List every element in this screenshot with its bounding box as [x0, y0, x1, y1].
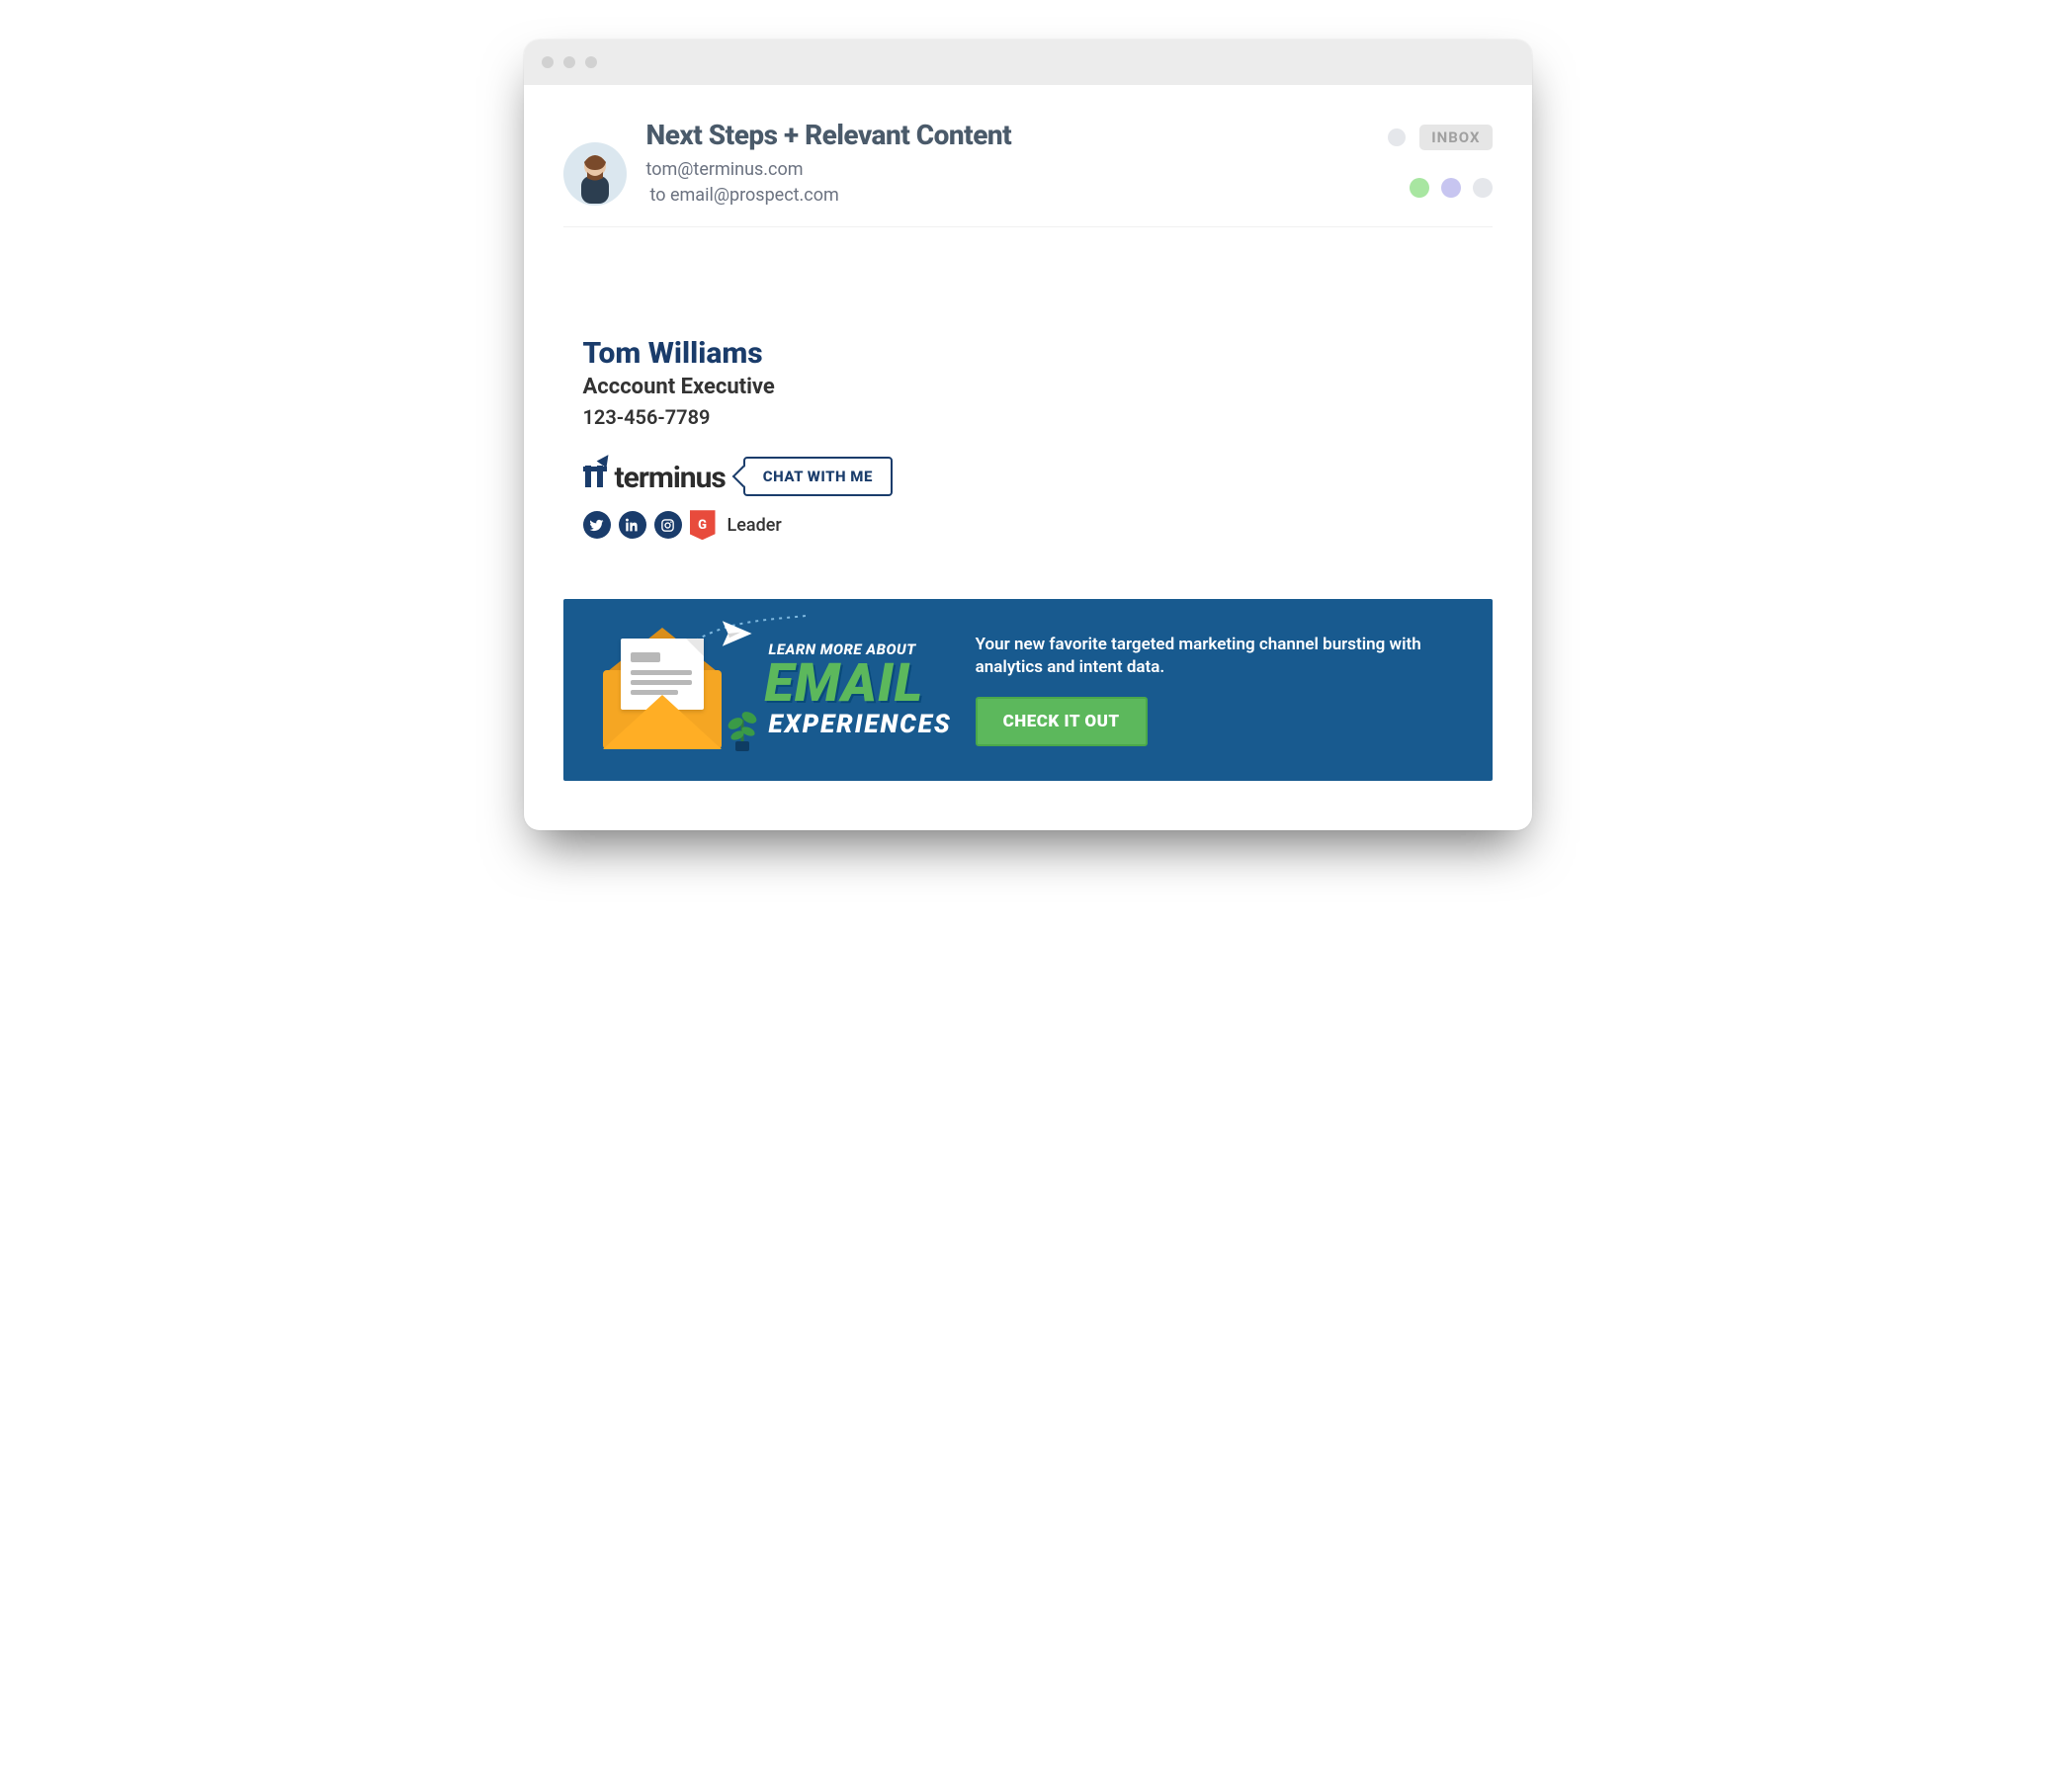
brand-mark-icon	[583, 458, 609, 487]
inbox-badge: INBOX	[1419, 125, 1492, 150]
linkedin-icon[interactable]	[619, 511, 646, 539]
signature-name: Tom Williams	[583, 336, 1493, 371]
traffic-light-dot	[563, 56, 575, 68]
signature-title: Acccount Executive	[583, 375, 1493, 399]
check-it-out-button[interactable]: CHECK IT OUT	[976, 697, 1148, 746]
twitter-icon[interactable]	[583, 511, 611, 539]
g2-badge-icon: G	[690, 510, 716, 540]
action-dot-grey[interactable]	[1473, 178, 1493, 198]
promo-banner[interactable]: LEARN MORE ABOUT EMAIL EXPERIENCES Your …	[563, 599, 1493, 781]
action-dot-purple[interactable]	[1441, 178, 1461, 198]
email-from: tom@terminus.com	[646, 157, 1369, 183]
paper-plane-icon	[720, 617, 753, 654]
header-actions: INBOX	[1388, 119, 1492, 198]
email-meta: Next Steps + Relevant Content tom@termin…	[646, 119, 1369, 209]
banner-headline: EMAIL	[765, 660, 952, 709]
instagram-icon[interactable]	[654, 511, 682, 539]
brand-logo: terminus	[583, 458, 726, 495]
brand-name: terminus	[615, 461, 726, 495]
email-content: Next Steps + Relevant Content tom@termin…	[524, 85, 1532, 830]
email-subject: Next Steps + Relevant Content	[646, 119, 1369, 151]
email-to-address: email@prospect.com	[670, 185, 839, 206]
status-dot	[1388, 128, 1406, 146]
email-header: Next Steps + Relevant Content tom@termin…	[563, 109, 1493, 227]
action-dot-green[interactable]	[1410, 178, 1429, 198]
plant-icon	[726, 700, 759, 751]
envelope-illustration-icon	[593, 621, 741, 759]
window-titlebar	[524, 40, 1532, 85]
g2-label: Leader	[728, 515, 782, 536]
chat-with-me-button[interactable]: CHAT WITH ME	[743, 457, 893, 496]
banner-subhead: EXPERIENCES	[769, 710, 952, 739]
sender-avatar	[563, 142, 627, 206]
traffic-light-dot	[542, 56, 554, 68]
traffic-light-dot	[585, 56, 597, 68]
signature-phone: 123-456-7789	[583, 405, 1493, 429]
email-to-prefix: to	[650, 185, 670, 206]
email-to: to email@prospect.com	[646, 183, 1369, 209]
app-window: Next Steps + Relevant Content tom@termin…	[524, 40, 1532, 830]
banner-right: Your new favorite targeted marketing cha…	[976, 634, 1463, 746]
email-signature: Tom Williams Acccount Executive 123-456-…	[563, 227, 1493, 540]
banner-description: Your new favorite targeted marketing cha…	[976, 634, 1463, 679]
banner-headline-block: LEARN MORE ABOUT EMAIL EXPERIENCES	[765, 640, 952, 740]
